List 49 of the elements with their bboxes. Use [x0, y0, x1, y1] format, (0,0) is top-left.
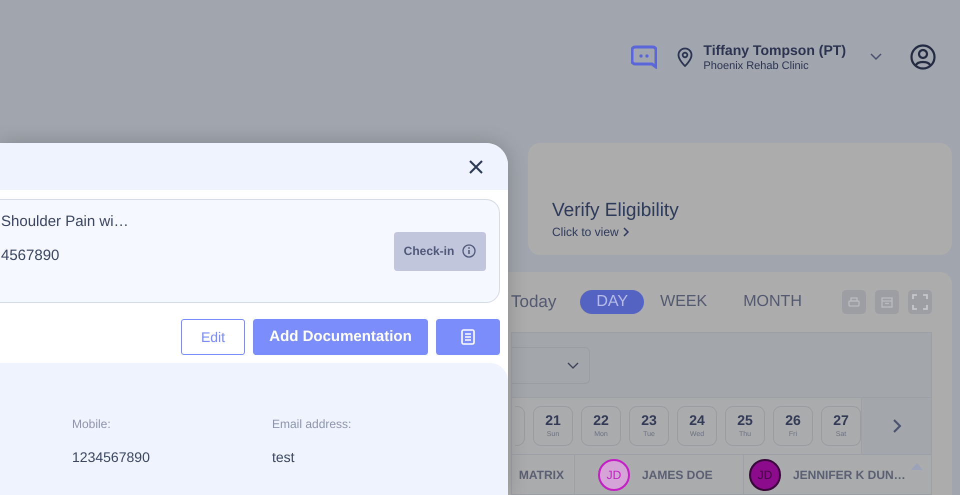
field-label: Mobile: [72, 416, 112, 433]
info-icon [462, 244, 476, 258]
view-tab[interactable]: WEEK [652, 290, 716, 314]
appointment-title: Shoulder Pain wi… [1, 212, 129, 232]
chevron-right-icon [622, 227, 629, 237]
user-avatar-icon[interactable] [910, 44, 936, 70]
provider-avatar: JD [598, 458, 630, 490]
clinic-name: Phoenix Rehab Clinic [703, 58, 810, 72]
card-title: Verify Eligibility [552, 199, 680, 223]
view-tab[interactable]: MONTH [735, 290, 810, 314]
field-label: Email address: [272, 416, 352, 433]
chevron-down-icon[interactable] [870, 52, 882, 60]
fullscreen-icon [912, 294, 928, 310]
location-pin-icon [677, 46, 694, 66]
next-arrow-cell[interactable] [861, 398, 931, 454]
field-value: test [272, 448, 296, 467]
provider-avatar: JD [749, 458, 781, 490]
user-name: Tiffany Tompson (PT) [703, 40, 846, 58]
field-value: 1234567890 [72, 448, 151, 467]
fullscreen-button[interactable] [908, 290, 932, 314]
print-icon [848, 296, 860, 308]
provider-name: JENNIFER K DUN… [793, 466, 906, 484]
day-number: 25 [737, 412, 753, 428]
edit-button[interactable]: Edit [181, 319, 245, 355]
phone-number: 4567890 [1, 246, 60, 266]
day-number: 22 [593, 412, 609, 428]
provider-name: JAMES DOE [642, 466, 713, 484]
view-tab[interactable]: DAY [580, 290, 644, 314]
document-icon [461, 329, 475, 345]
day-number: 26 [785, 412, 801, 428]
today-button[interactable]: Today [511, 289, 556, 315]
archive-icon [881, 296, 893, 308]
close-icon [469, 160, 483, 174]
chat-icon[interactable] [631, 44, 658, 68]
view-link[interactable]: Click to view [552, 223, 619, 241]
add-documentation-button[interactable]: Add Documentation [253, 319, 428, 355]
chevron-right-icon [892, 418, 902, 434]
day-number: 21 [545, 412, 561, 428]
day-number: 27 [833, 412, 849, 428]
close-button[interactable] [468, 158, 484, 174]
print-button[interactable] [842, 290, 866, 314]
dropdown-field[interactable] [512, 346, 590, 384]
provider-name: MATRIX [518, 466, 564, 484]
eligibility-card[interactable]: Verify Eligibility Click to view [528, 143, 952, 255]
day-number: 24 [689, 412, 705, 428]
day-number: 23 [641, 412, 657, 428]
chevron-down-icon [567, 362, 579, 368]
archive-button[interactable] [875, 290, 899, 314]
notes-button[interactable] [436, 319, 500, 355]
